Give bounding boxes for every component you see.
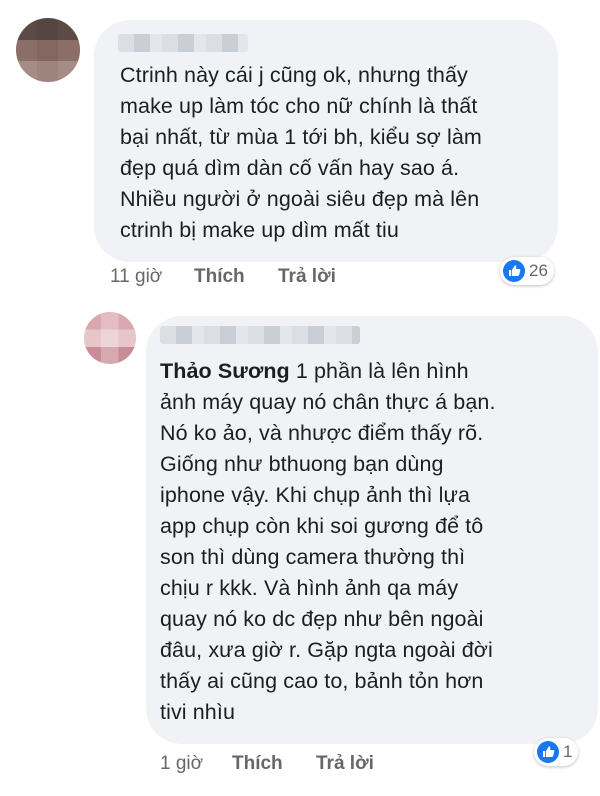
mentioned-author[interactable]: Thảo Sương [160, 359, 290, 383]
comment-timestamp[interactable]: 11 giờ [110, 266, 162, 288]
reply-button[interactable]: Trả lời [278, 266, 336, 288]
commenter-avatar[interactable] [16, 18, 80, 82]
reply-body: 1 phần là lên hình ảnh máy quay nó chân … [160, 359, 496, 724]
reaction-count: 1 [563, 742, 573, 761]
like-icon [503, 260, 525, 282]
reaction-count: 26 [529, 261, 548, 280]
reply-timestamp[interactable]: 1 giờ [160, 753, 203, 775]
blurred-commenter-name[interactable] [118, 34, 248, 52]
like-icon [537, 741, 559, 763]
reply-avatar[interactable] [84, 312, 136, 364]
reply-reply-button[interactable]: Trả lời [316, 753, 374, 775]
reaction-summary[interactable]: 26 [500, 257, 554, 285]
reply-reaction-summary[interactable]: 1 [534, 738, 579, 766]
like-button[interactable]: Thích [194, 266, 245, 288]
comment-text: Ctrinh này cái j cũng ok, nhưng thấy mak… [120, 63, 482, 242]
reply-like-button[interactable]: Thích [232, 753, 283, 775]
blurred-reply-name[interactable] [160, 326, 360, 344]
reply-text: Thảo Sương 1 phần là lên hình ảnh máy qu… [160, 356, 596, 728]
